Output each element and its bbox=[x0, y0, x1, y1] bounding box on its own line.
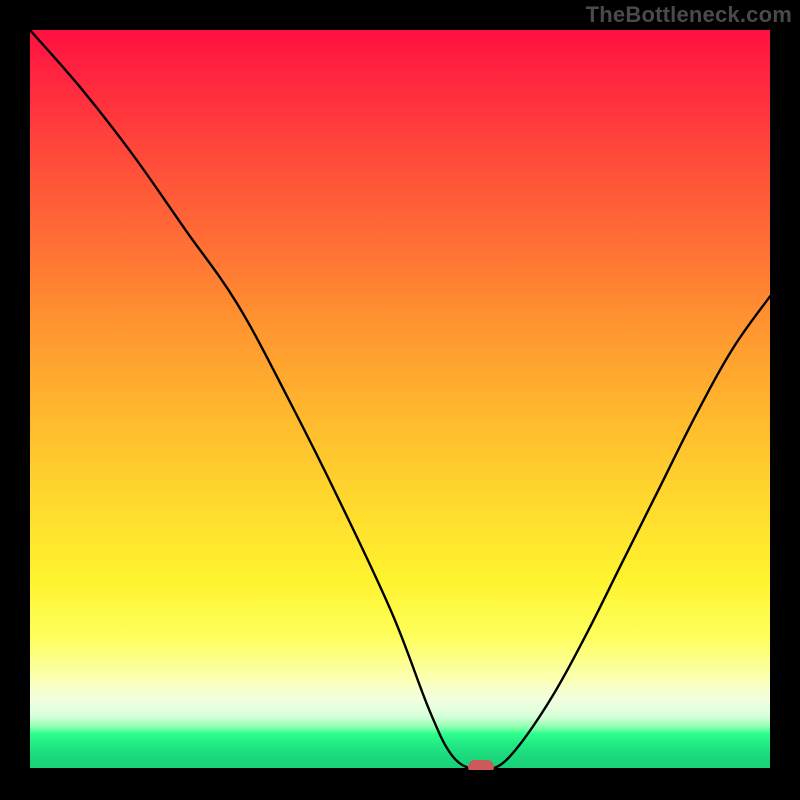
watermark-text: TheBottleneck.com bbox=[586, 2, 792, 28]
bottleneck-curve bbox=[30, 30, 770, 770]
plot-area bbox=[30, 30, 770, 770]
chart-frame: TheBottleneck.com bbox=[0, 0, 800, 800]
optimal-marker bbox=[468, 760, 494, 770]
